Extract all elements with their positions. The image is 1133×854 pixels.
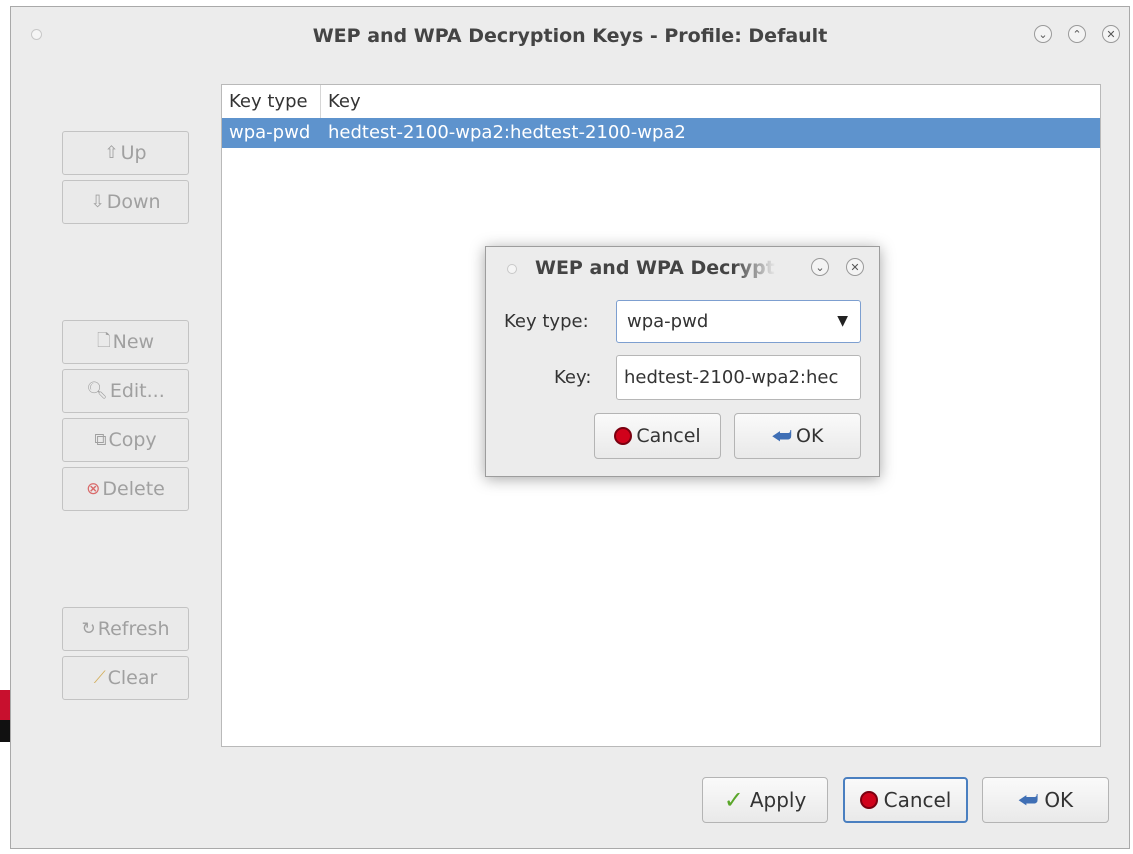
dialog-close-button[interactable]: ✕ bbox=[846, 258, 864, 276]
window-title: WEP and WPA Decryption Keys - Profile: D… bbox=[312, 25, 828, 47]
background-edge bbox=[0, 690, 10, 720]
delete-button[interactable]: ⊗ Delete bbox=[62, 467, 189, 511]
new-button-label: New bbox=[112, 331, 155, 353]
dropdown-arrow-icon: ▼ bbox=[837, 313, 848, 329]
close-button[interactable]: ✕ bbox=[1102, 25, 1120, 43]
dialog-menu-dot-icon[interactable] bbox=[507, 264, 517, 274]
copy-button-label: Copy bbox=[108, 429, 157, 451]
clear-button[interactable]: ⟋ Clear bbox=[62, 656, 189, 700]
column-header-key-type[interactable]: Key type bbox=[222, 85, 321, 118]
return-arrow-icon: ⮨ bbox=[1017, 787, 1039, 813]
refresh-button-label: Refresh bbox=[97, 618, 170, 640]
dialog-title-fade bbox=[734, 253, 794, 283]
ok-button-label: OK bbox=[1044, 788, 1074, 812]
dialog-ok-label: OK bbox=[796, 425, 824, 447]
key-type-select[interactable]: wpa-pwd ▼ bbox=[616, 300, 861, 343]
return-arrow-icon: ⮨ bbox=[771, 423, 793, 449]
edit-button-label: Edit... bbox=[109, 380, 165, 402]
window-titlebar[interactable]: WEP and WPA Decryption Keys - Profile: D… bbox=[11, 7, 1129, 59]
checkmark-icon: ✓ bbox=[723, 786, 744, 814]
dialog-cancel-button[interactable]: Cancel bbox=[594, 413, 721, 459]
arrow-down-icon: ⇩ bbox=[90, 192, 105, 212]
broom-icon: ⟋ bbox=[93, 668, 106, 688]
key-type-value: wpa-pwd bbox=[627, 311, 709, 332]
copy-button[interactable]: ⧉ Copy bbox=[62, 418, 189, 462]
down-button[interactable]: ⇩ Down bbox=[62, 180, 189, 224]
maximize-button[interactable]: ⌃ bbox=[1068, 25, 1086, 43]
delete-icon: ⊗ bbox=[86, 479, 101, 499]
refresh-button[interactable]: ↻ Refresh bbox=[62, 607, 189, 651]
column-header-key[interactable]: Key bbox=[321, 85, 1100, 118]
up-button[interactable]: ⇧ Up bbox=[62, 131, 189, 175]
new-document-icon: 🗋 bbox=[96, 330, 111, 351]
down-button-label: Down bbox=[106, 191, 161, 213]
delete-button-label: Delete bbox=[102, 478, 165, 500]
cancel-button-label: Cancel bbox=[883, 788, 952, 812]
table-row[interactable]: wpa-pwd hedtest-2100-wpa2:hedtest-2100-w… bbox=[222, 118, 1100, 148]
key-input[interactable]: hedtest-2100-wpa2:hec bbox=[616, 355, 861, 400]
refresh-icon: ↻ bbox=[81, 619, 96, 639]
new-button[interactable]: 🗋 New bbox=[62, 320, 189, 364]
edit-key-dialog: WEP and WPA Decrypt ⌄ ✕ Key type: wpa-pw… bbox=[485, 246, 880, 477]
row-key: hedtest-2100-wpa2:hedtest-2100-wpa2 bbox=[328, 122, 686, 143]
stop-icon bbox=[859, 791, 878, 809]
edit-icon: 🔍︎ bbox=[86, 381, 108, 401]
dialog-ok-button[interactable]: ⮨ OK bbox=[734, 413, 861, 459]
apply-button[interactable]: ✓ Apply bbox=[702, 777, 828, 823]
key-type-label: Key type: bbox=[504, 311, 589, 332]
minimize-button[interactable]: ⌄ bbox=[1034, 25, 1052, 43]
ok-button[interactable]: ⮨ OK bbox=[982, 777, 1109, 823]
key-label: Key: bbox=[554, 367, 592, 388]
up-button-label: Up bbox=[120, 142, 147, 164]
arrow-up-icon: ⇧ bbox=[104, 143, 119, 163]
table-header: Key type Key bbox=[222, 85, 1100, 119]
edit-button[interactable]: 🔍︎ Edit... bbox=[62, 369, 189, 413]
apply-button-label: Apply bbox=[749, 788, 807, 812]
row-key-type: wpa-pwd bbox=[229, 122, 311, 143]
stop-icon bbox=[614, 427, 633, 445]
cancel-button[interactable]: Cancel bbox=[843, 777, 968, 823]
background-edge-dark bbox=[0, 720, 10, 742]
dialog-cancel-label: Cancel bbox=[636, 425, 701, 447]
clear-button-label: Clear bbox=[107, 667, 158, 689]
copy-icon: ⧉ bbox=[94, 430, 107, 450]
dialog-minimize-button[interactable]: ⌄ bbox=[811, 258, 829, 276]
